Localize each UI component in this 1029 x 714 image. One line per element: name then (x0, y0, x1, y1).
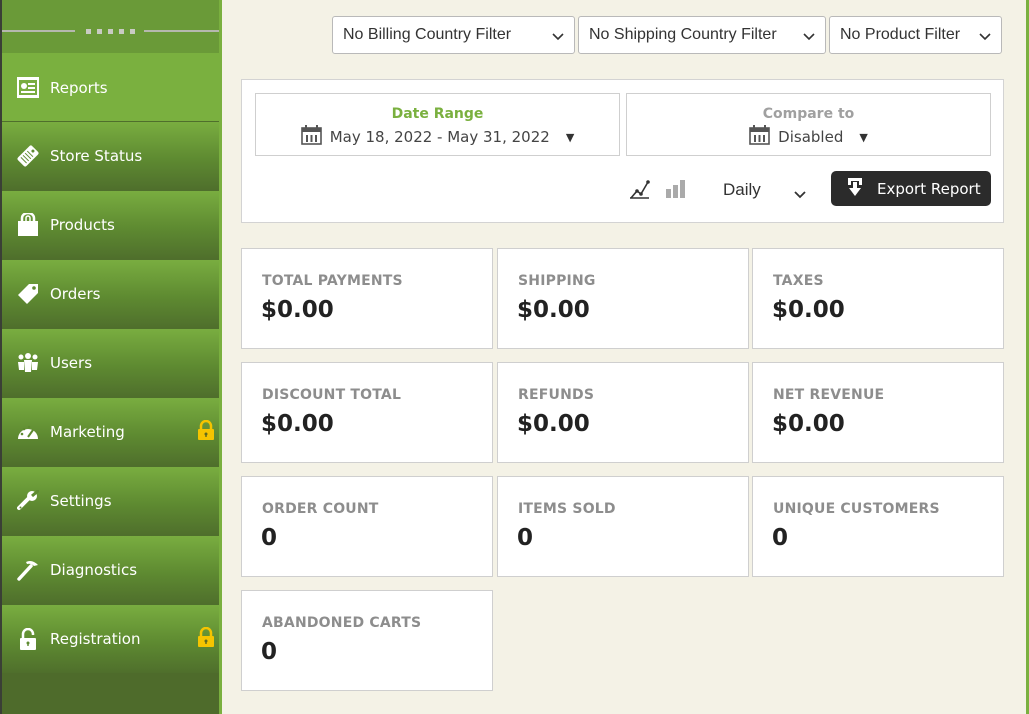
date-range-title: Date Range (391, 106, 484, 122)
sidebar-item-label: Users (50, 354, 93, 372)
chevron-down-icon (978, 29, 992, 47)
stat-label: NET REVENUE (773, 387, 885, 403)
stat-card: SHIPPING $0.00 (497, 248, 749, 349)
billing-country-filter-value: No Billing Country Filter (343, 26, 512, 43)
calendar-icon (300, 125, 322, 149)
stat-label: ORDER COUNT (262, 501, 379, 517)
sidebar-footer (2, 673, 219, 714)
dashboard-gauge-icon (16, 420, 40, 444)
divider (144, 30, 219, 32)
line-chart-toggle[interactable] (629, 179, 651, 203)
shipping-country-filter-value: No Shipping Country Filter (589, 26, 777, 43)
lock-icon (198, 419, 214, 444)
stat-value: 0 (517, 525, 534, 551)
stat-card: TOTAL PAYMENTS $0.00 (241, 248, 493, 349)
wrench-icon (16, 489, 40, 513)
bar-chart-icon (666, 180, 685, 198)
line-chart-icon (630, 180, 650, 199)
compare-to-value: Disabled (778, 128, 844, 146)
stat-label: TAXES (773, 273, 824, 289)
sidebar-item-registration[interactable]: Registration (2, 604, 219, 673)
price-tag-icon (16, 282, 40, 306)
chevron-down-icon (802, 29, 816, 47)
stat-value: $0.00 (261, 297, 334, 323)
divider (2, 30, 75, 32)
stat-value: $0.00 (517, 297, 590, 323)
sidebar-item-label: Store Status (50, 147, 143, 165)
stat-card: NET REVENUE $0.00 (752, 362, 1004, 463)
export-report-label: Export Report (877, 179, 981, 198)
stat-card: ITEMS SOLD 0 (497, 476, 749, 577)
sidebar-item-marketing[interactable]: Marketing (2, 397, 219, 466)
product-filter-value: No Product Filter (840, 26, 961, 43)
stat-label: ITEMS SOLD (518, 501, 616, 517)
stat-label: ABANDONED CARTS (262, 615, 422, 631)
stat-label: REFUNDS (518, 387, 595, 403)
sidebar-item-label: Registration (50, 630, 141, 648)
tag-striped-icon (16, 144, 40, 168)
shopping-bag-icon (16, 213, 40, 237)
stat-value: 0 (772, 525, 789, 551)
stat-value: $0.00 (517, 411, 590, 437)
sidebar-item-label: Orders (50, 285, 101, 303)
sidebar-item-label: Diagnostics (50, 561, 138, 579)
grip-dots-icon (86, 29, 135, 34)
stat-card: ABANDONED CARTS 0 (241, 590, 493, 691)
sidebar-item-label: Products (50, 216, 115, 234)
chevron-down-icon (551, 29, 565, 47)
sidebar-item-reports[interactable]: Reports (2, 53, 219, 122)
stat-value: $0.00 (772, 297, 845, 323)
hammer-icon (16, 558, 40, 582)
sidebar-item-diagnostics[interactable]: Diagnostics (2, 535, 219, 604)
stat-value: $0.00 (772, 411, 845, 437)
sidebar-item-settings[interactable]: Settings (2, 466, 219, 535)
stat-card: UNIQUE CUSTOMERS 0 (752, 476, 1004, 577)
compare-to-title: Compare to (762, 106, 855, 122)
reports-icon (16, 76, 40, 100)
sidebar-item-users[interactable]: Users (2, 328, 219, 397)
caret-down-icon: ▼ (565, 130, 575, 144)
users-icon (16, 351, 40, 375)
bar-chart-toggle[interactable] (665, 179, 687, 203)
date-range-value: May 18, 2022 - May 31, 2022 (329, 128, 550, 146)
date-range-picker[interactable]: Date Range May 18, 2022 - May 31, 2022 ▼ (255, 93, 620, 156)
sidebar-item-label: Marketing (50, 423, 125, 441)
export-report-button[interactable]: Export Report (831, 171, 991, 206)
stat-label: SHIPPING (518, 273, 596, 289)
stat-card: TAXES $0.00 (752, 248, 1004, 349)
shipping-country-filter[interactable]: No Shipping Country Filter (578, 16, 826, 54)
stat-card: DISCOUNT TOTAL $0.00 (241, 362, 493, 463)
compare-to-picker[interactable]: Compare to Disabled ▼ (626, 93, 991, 156)
unlock-icon (16, 627, 40, 651)
sidebar-item-label: Reports (50, 78, 108, 97)
sidebar-item-store-status[interactable]: Store Status (2, 121, 219, 190)
stat-value: $0.00 (261, 411, 334, 437)
sidebar-item-products[interactable]: Products (2, 190, 219, 259)
stat-card: REFUNDS $0.00 (497, 362, 749, 463)
stat-label: UNIQUE CUSTOMERS (773, 501, 940, 517)
stat-label: TOTAL PAYMENTS (262, 273, 403, 289)
lock-icon (198, 626, 214, 651)
product-filter[interactable]: No Product Filter (829, 16, 1002, 54)
sidebar-item-label: Settings (50, 492, 112, 510)
stat-value: 0 (261, 639, 278, 665)
stat-label: DISCOUNT TOTAL (262, 387, 402, 403)
sidebar-item-orders[interactable]: Orders (2, 259, 219, 328)
sidebar: Reports Store Status Products Orders Use… (0, 0, 222, 714)
interval-select[interactable]: Daily (723, 180, 761, 200)
sidebar-drag-handle[interactable] (2, 0, 219, 53)
report-controls-panel: Date Range May 18, 2022 - May 31, 2022 ▼… (241, 79, 1004, 223)
stat-value: 0 (261, 525, 278, 551)
caret-down-icon: ▼ (859, 130, 868, 144)
calendar-icon (749, 125, 770, 149)
export-download-icon (847, 177, 863, 201)
stat-card: ORDER COUNT 0 (241, 476, 493, 577)
billing-country-filter[interactable]: No Billing Country Filter (332, 16, 575, 54)
chevron-down-icon[interactable] (793, 185, 807, 204)
